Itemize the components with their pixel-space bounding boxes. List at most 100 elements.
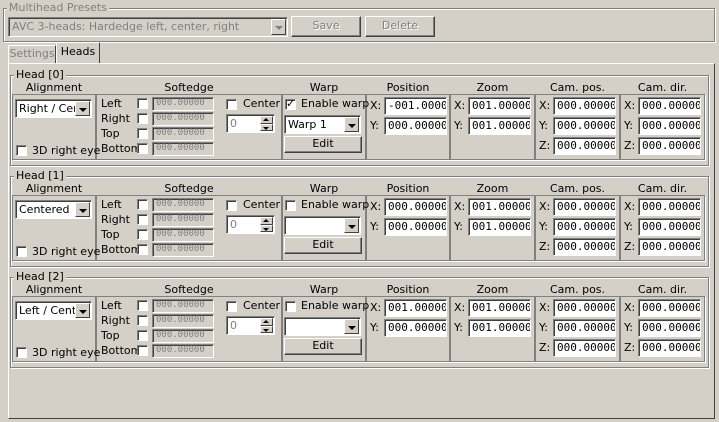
- right-eye-checkbox[interactable]: [16, 246, 27, 257]
- cam-pos-x-field[interactable]: 000.00000: [553, 299, 616, 317]
- zoom-y-field[interactable]: 001.00000: [468, 117, 531, 135]
- zoom-x-field[interactable]: 001.00000: [468, 198, 531, 216]
- warp-select[interactable]: [284, 216, 361, 235]
- softedge-bottom-field[interactable]: 000.00000: [152, 142, 214, 156]
- position-x-field[interactable]: -001.00000: [384, 97, 447, 115]
- softedge-top-checkbox[interactable]: [137, 229, 148, 240]
- alignment-select[interactable]: Right / Cen: [15, 99, 92, 118]
- chevron-up-icon[interactable]: [260, 116, 273, 124]
- chevron-down-icon[interactable]: [75, 303, 90, 318]
- softedge-top-field[interactable]: 000.00000: [152, 127, 214, 141]
- cam-dir-x-field[interactable]: 000.00000: [638, 97, 701, 115]
- alignment-select[interactable]: Centered: [15, 200, 92, 219]
- enable-warp-checkbox[interactable]: [285, 200, 296, 211]
- right-eye-checkbox[interactable]: [16, 145, 27, 156]
- cam-dir-z-field[interactable]: 000.00000: [638, 339, 701, 357]
- softedge-right-field[interactable]: 000.00000: [152, 112, 214, 126]
- softedge-left-checkbox[interactable]: [137, 300, 148, 311]
- tab-heads[interactable]: Heads: [56, 42, 100, 64]
- chevron-down-icon[interactable]: [260, 224, 273, 232]
- softedge-left-field[interactable]: 000.00000: [152, 97, 214, 111]
- stepper-buttons[interactable]: [260, 217, 273, 232]
- center-stepper[interactable]: 0: [226, 114, 275, 133]
- softedge-right-label: Right: [101, 213, 130, 226]
- chevron-down-icon[interactable]: [271, 19, 286, 35]
- delete-button[interactable]: Delete: [365, 16, 435, 37]
- warp-edit-button[interactable]: Edit: [284, 338, 362, 355]
- chevron-down-icon[interactable]: [344, 117, 359, 132]
- cam-pos-z-field[interactable]: 000.00000: [553, 137, 616, 155]
- softedge-bottom-checkbox[interactable]: [137, 143, 148, 154]
- softedge-left-field[interactable]: 000.00000: [152, 198, 214, 212]
- warp-select[interactable]: [284, 317, 361, 336]
- softedge-top-field[interactable]: 000.00000: [152, 329, 214, 343]
- save-button[interactable]: Save: [291, 16, 361, 37]
- cam-pos-y-field[interactable]: 000.00000: [553, 218, 616, 236]
- tab-settings[interactable]: Settings: [8, 45, 56, 63]
- zoom-x-field[interactable]: 001.00000: [468, 97, 531, 115]
- enable-warp-checkbox[interactable]: [285, 301, 296, 312]
- cam-pos-z-field[interactable]: 000.00000: [553, 339, 616, 357]
- cam-dir-z-field[interactable]: 000.00000: [638, 238, 701, 256]
- softedge-right-field[interactable]: 000.00000: [152, 213, 214, 227]
- cam-dir-y-field[interactable]: 000.00000: [638, 319, 701, 337]
- softedge-top-checkbox[interactable]: [137, 330, 148, 341]
- presets-select[interactable]: AVC 3-heads: Hardedge left, center, righ…: [8, 17, 288, 37]
- softedge-bottom-checkbox[interactable]: [137, 345, 148, 356]
- chevron-down-icon[interactable]: [75, 101, 90, 116]
- stepper-buttons[interactable]: [260, 318, 273, 333]
- alignment-value: Left / Cente: [19, 304, 83, 317]
- center-checkbox[interactable]: [226, 200, 237, 211]
- center-label: Center: [243, 198, 281, 211]
- softedge-right-field[interactable]: 000.00000: [152, 314, 214, 328]
- cam-pos-y-field[interactable]: 000.00000: [553, 319, 616, 337]
- cam-dir-z-field[interactable]: 000.00000: [638, 137, 701, 155]
- position-x-field[interactable]: 001.00000: [384, 299, 447, 317]
- chevron-down-icon[interactable]: [260, 325, 273, 333]
- position-y-field[interactable]: 000.00000: [384, 319, 447, 337]
- softedge-bottom-field[interactable]: 000.00000: [152, 344, 214, 358]
- alignment-select[interactable]: Left / Cente: [15, 301, 92, 320]
- center-stepper[interactable]: 0: [226, 215, 275, 234]
- softedge-right-checkbox[interactable]: [137, 113, 148, 124]
- softedge-right-checkbox[interactable]: [137, 214, 148, 225]
- zoom-y-field[interactable]: 001.00000: [468, 218, 531, 236]
- cam-pos-x-field[interactable]: 000.00000: [553, 198, 616, 216]
- softedge-bottom-checkbox[interactable]: [137, 244, 148, 255]
- softedge-top-checkbox[interactable]: [137, 128, 148, 139]
- center-checkbox[interactable]: [226, 301, 237, 312]
- position-x-field[interactable]: 000.00000: [384, 198, 447, 216]
- position-y-field[interactable]: 000.00000: [384, 218, 447, 236]
- center-stepper[interactable]: 0: [226, 316, 275, 335]
- zoom-x-field[interactable]: 001.00000: [468, 299, 531, 317]
- softedge-top-field[interactable]: 000.00000: [152, 228, 214, 242]
- chevron-down-icon[interactable]: [344, 218, 359, 233]
- softedge-bottom-field[interactable]: 000.00000: [152, 243, 214, 257]
- cam-dir-x-field[interactable]: 000.00000: [638, 299, 701, 317]
- zoom-x-label: X:: [454, 301, 466, 314]
- stepper-buttons[interactable]: [260, 116, 273, 131]
- softedge-right-checkbox[interactable]: [137, 315, 148, 326]
- softedge-left-field[interactable]: 000.00000: [152, 299, 214, 313]
- softedge-left-checkbox[interactable]: [137, 98, 148, 109]
- right-eye-checkbox[interactable]: [16, 347, 27, 358]
- cam-pos-x-field[interactable]: 000.00000: [553, 97, 616, 115]
- chevron-down-icon[interactable]: [260, 123, 273, 131]
- warp-edit-button[interactable]: Edit: [284, 136, 362, 153]
- warp-select[interactable]: Warp 1: [284, 115, 361, 134]
- chevron-up-icon[interactable]: [260, 318, 273, 326]
- chevron-up-icon[interactable]: [260, 217, 273, 225]
- cam-pos-y-field[interactable]: 000.00000: [553, 117, 616, 135]
- cam-dir-x-field[interactable]: 000.00000: [638, 198, 701, 216]
- position-y-field[interactable]: 000.00000: [384, 117, 447, 135]
- enable-warp-checkbox[interactable]: [285, 97, 296, 110]
- zoom-y-field[interactable]: 001.00000: [468, 319, 531, 337]
- warp-edit-button[interactable]: Edit: [284, 237, 362, 254]
- cam-pos-z-field[interactable]: 000.00000: [553, 238, 616, 256]
- cam-dir-y-field[interactable]: 000.00000: [638, 218, 701, 236]
- cam-dir-y-field[interactable]: 000.00000: [638, 117, 701, 135]
- chevron-down-icon[interactable]: [344, 319, 359, 334]
- softedge-left-checkbox[interactable]: [137, 199, 148, 210]
- center-checkbox[interactable]: [226, 99, 237, 110]
- chevron-down-icon[interactable]: [75, 202, 90, 217]
